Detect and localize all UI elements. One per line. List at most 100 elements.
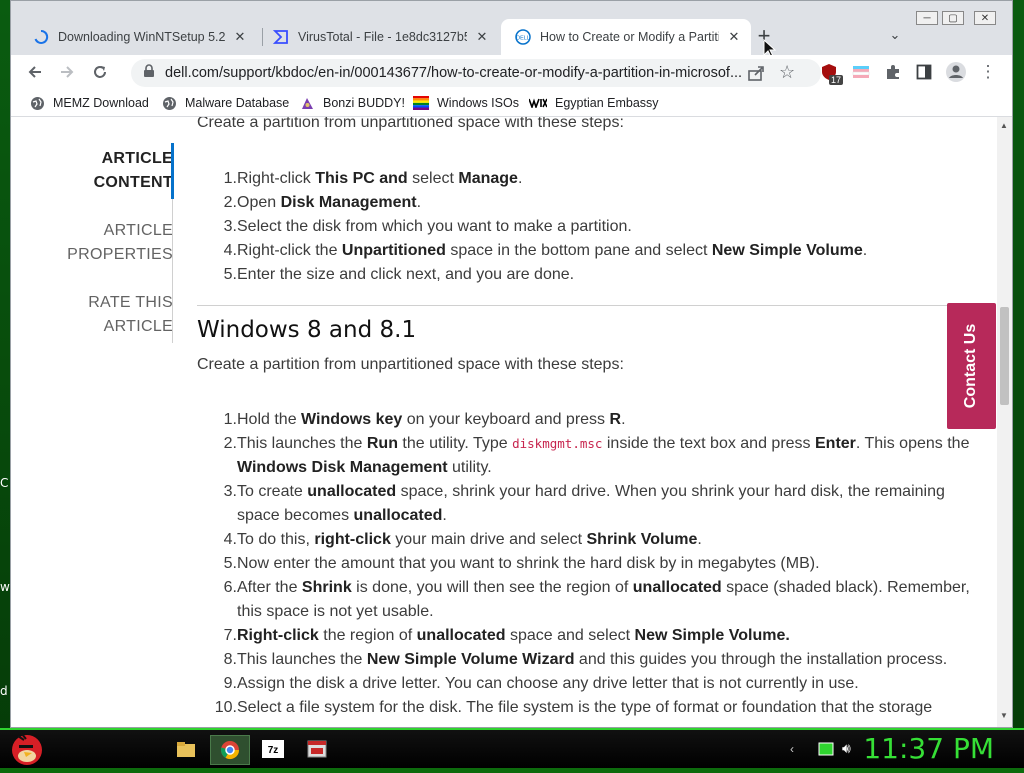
taskbar: 7z ‹ 🔊︎ 11:37 PM — [0, 728, 1024, 768]
list-item: This launches the New Simple Volume Wiza… — [237, 648, 947, 672]
dell-icon: DELL — [515, 29, 531, 45]
list-item: Windows Disk Management utility. — [237, 456, 492, 480]
list-item-number: 9. — [209, 672, 237, 696]
bookmark-label: MEMZ Download — [53, 96, 149, 110]
list-item-number: 2. — [209, 432, 237, 456]
battery-tray-icon[interactable] — [818, 742, 834, 761]
list-item: Now enter the amount that you want to sh… — [237, 552, 820, 576]
page-content: Create a partition from unpartitioned sp… — [11, 117, 997, 727]
reload-icon[interactable] — [86, 59, 114, 85]
toc-label: CONTENT — [94, 171, 173, 195]
section-intro: Create a partition from unpartitioned sp… — [197, 353, 624, 377]
scrollbar[interactable]: ▲ ▼ — [997, 117, 1012, 727]
bookmark-label: Windows ISOs — [437, 96, 519, 110]
bookmarks-bar: MEMZ Download Malware Database Bonzi BUD… — [11, 89, 1012, 117]
list-item-number: 4. — [209, 528, 237, 552]
list-item-number: 10. — [209, 696, 237, 720]
contact-us-button[interactable]: Contact Us — [947, 303, 996, 429]
close-icon[interactable]: ✕ — [473, 28, 491, 46]
globe-icon — [29, 95, 45, 111]
app-window-taskbar-icon[interactable] — [298, 735, 336, 763]
section-heading: Windows 8 and 8.1 — [197, 317, 416, 343]
bookmark-windows-isos[interactable]: Windows ISOs — [413, 93, 519, 113]
close-icon[interactable]: ✕ — [725, 28, 743, 46]
side-panel-icon[interactable] — [910, 59, 938, 85]
list-item-number: 8. — [209, 648, 237, 672]
toc-rate-article[interactable]: RATE THIS ARTICLE — [88, 291, 173, 339]
section-divider — [197, 305, 957, 306]
bookmark-memz[interactable]: MEMZ Download — [29, 93, 149, 113]
list-item: Enter the size and click next, and you a… — [237, 263, 574, 287]
bookmark-malware-database[interactable]: Malware Database — [161, 93, 289, 113]
minimize-button[interactable]: ─ — [916, 11, 938, 25]
list-item: Hold the Windows key on your keyboard an… — [237, 408, 626, 432]
tab-virustotal[interactable]: VirusTotal - File - 1e8dc3127b55 ✕ — [259, 19, 499, 55]
list-item: space becomes unallocated. — [237, 504, 447, 528]
scroll-up-arrow-icon[interactable]: ▲ — [1000, 121, 1008, 130]
back-icon[interactable] — [21, 59, 49, 85]
list-item: Right-click the Unpartitioned space in t… — [237, 239, 867, 263]
desktop-icon-label[interactable]: C — [0, 476, 8, 490]
extensions-puzzle-icon[interactable] — [879, 59, 907, 85]
toc-article-properties[interactable]: ARTICLE PROPERTIES — [67, 219, 173, 267]
taskbar-clock[interactable]: 11:37 PM — [863, 732, 994, 765]
maximize-button[interactable]: ▢ — [942, 11, 964, 25]
desktop-icon-label[interactable]: d — [0, 684, 8, 698]
list-item: Right-click This PC and select Manage. — [237, 167, 522, 191]
tab-dell-partition[interactable]: DELL How to Create or Modify a Partiti ✕ — [501, 19, 751, 55]
list-item: To do this, right-click your main drive … — [237, 528, 702, 552]
list-item: this space is not yet usable. — [237, 600, 434, 624]
toc-label: RATE THIS — [88, 291, 173, 315]
svg-text:DELL: DELL — [516, 36, 530, 42]
forward-icon[interactable] — [53, 59, 81, 85]
list-item: Assign the disk a drive letter. You can … — [237, 672, 859, 696]
desktop-icon-label[interactable]: w — [0, 580, 10, 594]
toc-label: ARTICLE — [88, 315, 173, 339]
list-item: Select the disk from which you want to m… — [237, 215, 632, 239]
list-item: Right-click the region of unallocated sp… — [237, 624, 790, 648]
list-item-number: 7. — [209, 624, 237, 648]
pride-extension-icon[interactable] — [847, 59, 875, 85]
list-item: Select a file system for the disk. The f… — [237, 696, 932, 720]
tray-chevron-icon[interactable]: ‹ — [790, 742, 794, 756]
menu-kebab-icon[interactable]: ⋮ — [974, 59, 1002, 85]
tab-search-chevron-icon[interactable]: ⌄ — [885, 25, 905, 45]
bookmark-egyptian-embassy[interactable]: Egyptian Embassy — [529, 93, 659, 113]
chrome-taskbar-icon[interactable] — [210, 735, 250, 765]
toc-label: ARTICLE — [67, 219, 173, 243]
bookmark-bonzi-buddy[interactable]: Bonzi BUDDY! — [299, 93, 405, 113]
share-icon[interactable] — [747, 64, 765, 86]
list-item-number: 1. — [209, 408, 237, 432]
volume-icon[interactable]: 🔊︎ — [842, 740, 851, 757]
profile-avatar-icon[interactable] — [942, 59, 970, 85]
globe-icon — [161, 95, 177, 111]
bookmark-label: Malware Database — [185, 96, 289, 110]
list-item-number: 1. — [209, 167, 237, 191]
toc-label: PROPERTIES — [67, 243, 173, 267]
tab-winntsetup[interactable]: Downloading WinNTSetup 5.2.4 ✕ — [19, 19, 257, 55]
bookmark-label: Egyptian Embassy — [555, 96, 659, 110]
bonzi-icon — [299, 95, 315, 111]
contact-us-label: Contact Us — [963, 324, 981, 408]
start-button-angry-bird-icon[interactable] — [6, 726, 48, 768]
rainbow-flag-icon — [413, 95, 429, 111]
list-item-number: 2. — [209, 191, 237, 215]
toc-article-content[interactable]: ARTICLE CONTENT — [94, 147, 173, 195]
scrollbar-thumb[interactable] — [1000, 307, 1009, 405]
close-window-button[interactable]: ✕ — [974, 11, 996, 25]
list-item-number: 3. — [209, 480, 237, 504]
extension-shield-icon[interactable]: 17 — [815, 59, 843, 85]
file-explorer-taskbar-icon[interactable] — [167, 735, 205, 763]
browser-toolbar: dell.com/support/kbdoc/en-in/000143677/h… — [11, 55, 1012, 89]
tab-label: VirusTotal - File - 1e8dc3127b55 — [298, 30, 467, 44]
bookmark-star-icon[interactable]: ☆ — [779, 62, 795, 83]
loading-icon — [33, 29, 49, 45]
list-item-number: 5. — [209, 263, 237, 287]
7zip-taskbar-icon[interactable]: 7z — [254, 735, 292, 763]
scroll-down-arrow-icon[interactable]: ▼ — [1000, 711, 1008, 720]
address-bar[interactable]: dell.com/support/kbdoc/en-in/000143677/h… — [131, 59, 821, 87]
toc-label: ARTICLE — [94, 147, 173, 171]
bookmark-label: Bonzi BUDDY! — [323, 96, 405, 110]
url-text: dell.com/support/kbdoc/en-in/000143677/h… — [165, 65, 755, 81]
close-icon[interactable]: ✕ — [231, 28, 249, 46]
